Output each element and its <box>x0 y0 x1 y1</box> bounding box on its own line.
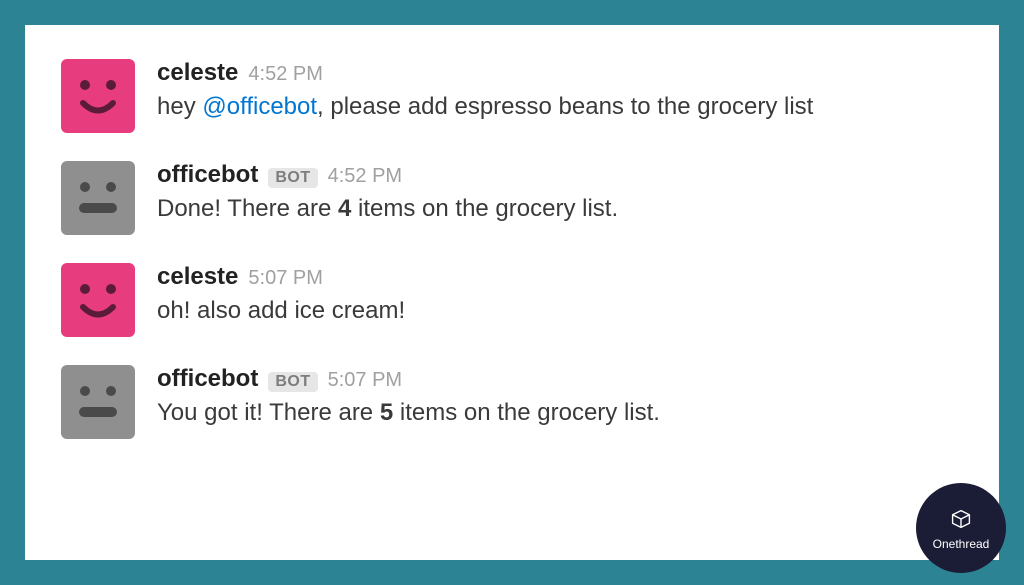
bold-count: 5 <box>380 399 393 426</box>
avatar-officebot[interactable] <box>61 161 135 235</box>
timestamp: 5:07 PM <box>328 369 402 392</box>
message-row: celeste 5:07 PM oh! also add ice cream! <box>61 263 963 337</box>
text-plain: oh! also add ice cream! <box>157 297 405 324</box>
message-body: hey @officebot, please add espresso bean… <box>157 91 813 123</box>
message-row: celeste 4:52 PM hey @officebot, please a… <box>61 59 963 133</box>
username[interactable]: officebot <box>157 161 258 189</box>
brand-badge[interactable]: Onethread <box>916 483 1006 573</box>
message-content: officebot BOT 4:52 PM Done! There are 4 … <box>157 161 618 225</box>
message-header: celeste 4:52 PM <box>157 59 813 87</box>
onethread-cube-icon <box>947 505 975 533</box>
message-header: officebot BOT 5:07 PM <box>157 365 660 393</box>
message-content: officebot BOT 5:07 PM You got it! There … <box>157 365 660 429</box>
bold-count: 4 <box>338 195 351 222</box>
avatar-officebot[interactable] <box>61 365 135 439</box>
brand-name: Onethread <box>933 537 990 551</box>
avatar-celeste[interactable] <box>61 263 135 337</box>
message-body: Done! There are 4 items on the grocery l… <box>157 193 618 225</box>
chat-panel: celeste 4:52 PM hey @officebot, please a… <box>25 25 999 560</box>
username[interactable]: officebot <box>157 365 258 393</box>
text-after: , please add espresso beans to the groce… <box>317 93 813 120</box>
bot-badge: BOT <box>268 372 317 392</box>
text-after: items on the grocery list. <box>351 195 618 222</box>
message-row: officebot BOT 4:52 PM Done! There are 4 … <box>61 161 963 235</box>
username[interactable]: celeste <box>157 59 238 87</box>
message-content: celeste 5:07 PM oh! also add ice cream! <box>157 263 405 327</box>
bot-badge: BOT <box>268 168 317 188</box>
message-body: You got it! There are 5 items on the gro… <box>157 397 660 429</box>
timestamp: 5:07 PM <box>248 267 322 290</box>
avatar-face-icon <box>61 263 135 337</box>
avatar-robot-icon <box>61 161 135 235</box>
text-before: Done! There are <box>157 195 338 222</box>
mention-officebot[interactable]: @officebot <box>202 93 317 120</box>
text-after: items on the grocery list. <box>393 399 660 426</box>
avatar-face-icon <box>61 59 135 133</box>
timestamp: 4:52 PM <box>248 63 322 86</box>
timestamp: 4:52 PM <box>328 165 402 188</box>
text-before: You got it! There are <box>157 399 380 426</box>
message-header: officebot BOT 4:52 PM <box>157 161 618 189</box>
message-content: celeste 4:52 PM hey @officebot, please a… <box>157 59 813 123</box>
message-header: celeste 5:07 PM <box>157 263 405 291</box>
text-before: hey <box>157 93 202 120</box>
avatar-celeste[interactable] <box>61 59 135 133</box>
message-row: officebot BOT 5:07 PM You got it! There … <box>61 365 963 439</box>
message-body: oh! also add ice cream! <box>157 295 405 327</box>
avatar-robot-icon <box>61 365 135 439</box>
username[interactable]: celeste <box>157 263 238 291</box>
